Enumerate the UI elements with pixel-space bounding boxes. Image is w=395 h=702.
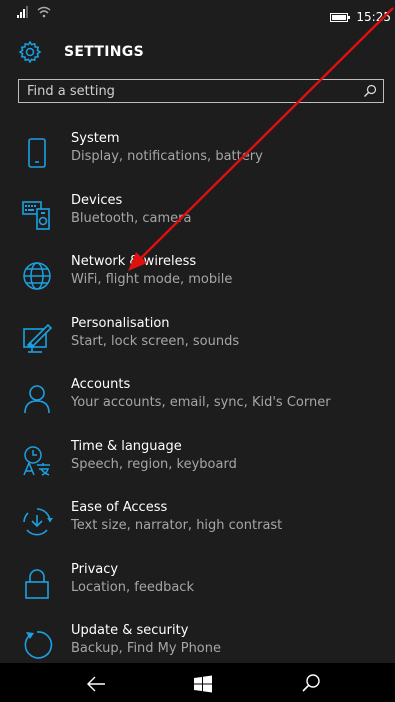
ease-of-access-icon xyxy=(23,508,53,536)
status-right: 15:25 xyxy=(330,10,391,24)
settings-item-description: Your accounts, email, sync, Kid's Corner xyxy=(71,395,331,410)
settings-item-text: Ease of Access Text size, narrator, high… xyxy=(71,499,282,535)
settings-item-text: Privacy Location, feedback xyxy=(71,561,194,597)
update-icon xyxy=(24,631,53,659)
wifi-icon xyxy=(37,6,51,18)
settings-item-text: Personalisation Start, lock screen, soun… xyxy=(71,315,239,351)
battery-icon xyxy=(330,12,351,22)
search-input[interactable] xyxy=(19,80,367,102)
settings-item-accounts[interactable]: Accounts Your accounts, email, sync, Kid… xyxy=(0,370,395,432)
settings-item-label: Accounts xyxy=(71,377,131,392)
settings-item-text: Accounts Your accounts, email, sync, Kid… xyxy=(71,376,331,412)
settings-item-devices[interactable]: Devices Bluetooth, camera xyxy=(0,186,395,248)
settings-item-personalisation[interactable]: Personalisation Start, lock screen, soun… xyxy=(0,309,395,371)
settings-item-label: Time & language xyxy=(71,438,182,454)
devices-icon xyxy=(22,200,50,230)
settings-item-description: Speech, region, keyboard xyxy=(71,456,237,472)
settings-item-label: Devices xyxy=(71,192,123,208)
signal-bars-icon xyxy=(17,6,28,18)
back-arrow-icon[interactable] xyxy=(85,673,107,695)
person-icon xyxy=(24,385,50,414)
settings-item-text: Network & wireless WiFi, flight mode, mo… xyxy=(71,253,232,289)
settings-item-label: Personalisation xyxy=(71,315,170,331)
search-box[interactable] xyxy=(18,79,384,103)
settings-item-label: System xyxy=(71,131,120,146)
settings-list: System Display, notifications, battery D… xyxy=(0,124,395,678)
settings-item-label: Network & wireless xyxy=(71,254,197,269)
phone-icon xyxy=(28,138,46,168)
settings-item-text: Devices Bluetooth, camera xyxy=(71,192,191,228)
status-left xyxy=(17,6,51,18)
status-time: 15:25 xyxy=(356,10,391,24)
settings-item-network[interactable]: Network & wireless WiFi, flight mode, mo… xyxy=(0,247,395,309)
settings-item-description: Backup, Find My Phone xyxy=(71,641,221,656)
page-title: SETTINGS xyxy=(64,44,144,60)
settings-item-description: Bluetooth, camera xyxy=(71,210,192,226)
settings-item-description: Display, notifications, battery xyxy=(71,149,263,164)
paint-icon xyxy=(23,323,53,353)
settings-item-privacy[interactable]: Privacy Location, feedback xyxy=(0,555,395,617)
gear-icon xyxy=(18,40,42,64)
settings-item-label: Privacy xyxy=(71,561,119,577)
settings-screen: 15:25 SETTINGS System Di xyxy=(0,0,395,702)
settings-item-description: Start, lock screen, sounds xyxy=(71,333,240,349)
globe-icon xyxy=(23,262,51,290)
settings-item-system[interactable]: System Display, notifications, battery xyxy=(0,124,395,186)
search-icon[interactable] xyxy=(363,84,377,98)
settings-item-description: Text size, narrator, high contrast xyxy=(71,518,283,533)
status-bar: 15:25 xyxy=(0,0,395,30)
settings-item-text: Time & language Speech, region, keyboard xyxy=(71,438,237,474)
time-language-icon xyxy=(23,445,50,476)
settings-item-text: Update & security Backup, Find My Phone xyxy=(71,622,221,658)
settings-item-label: Update & security xyxy=(71,623,189,638)
navigation-bar xyxy=(0,663,395,702)
settings-item-label: Ease of Access xyxy=(71,500,168,515)
settings-item-description: Location, feedback xyxy=(71,579,194,595)
windows-logo-icon[interactable] xyxy=(192,673,214,695)
settings-item-ease-of-access[interactable]: Ease of Access Text size, narrator, high… xyxy=(0,493,395,555)
page-header: SETTINGS xyxy=(0,30,395,74)
settings-item-time-language[interactable]: Time & language Speech, region, keyboard xyxy=(0,432,395,494)
search-icon[interactable] xyxy=(300,673,322,695)
lock-icon xyxy=(25,568,49,599)
settings-item-description: WiFi, flight mode, mobile xyxy=(71,272,233,287)
settings-item-text: System Display, notifications, battery xyxy=(71,130,263,166)
